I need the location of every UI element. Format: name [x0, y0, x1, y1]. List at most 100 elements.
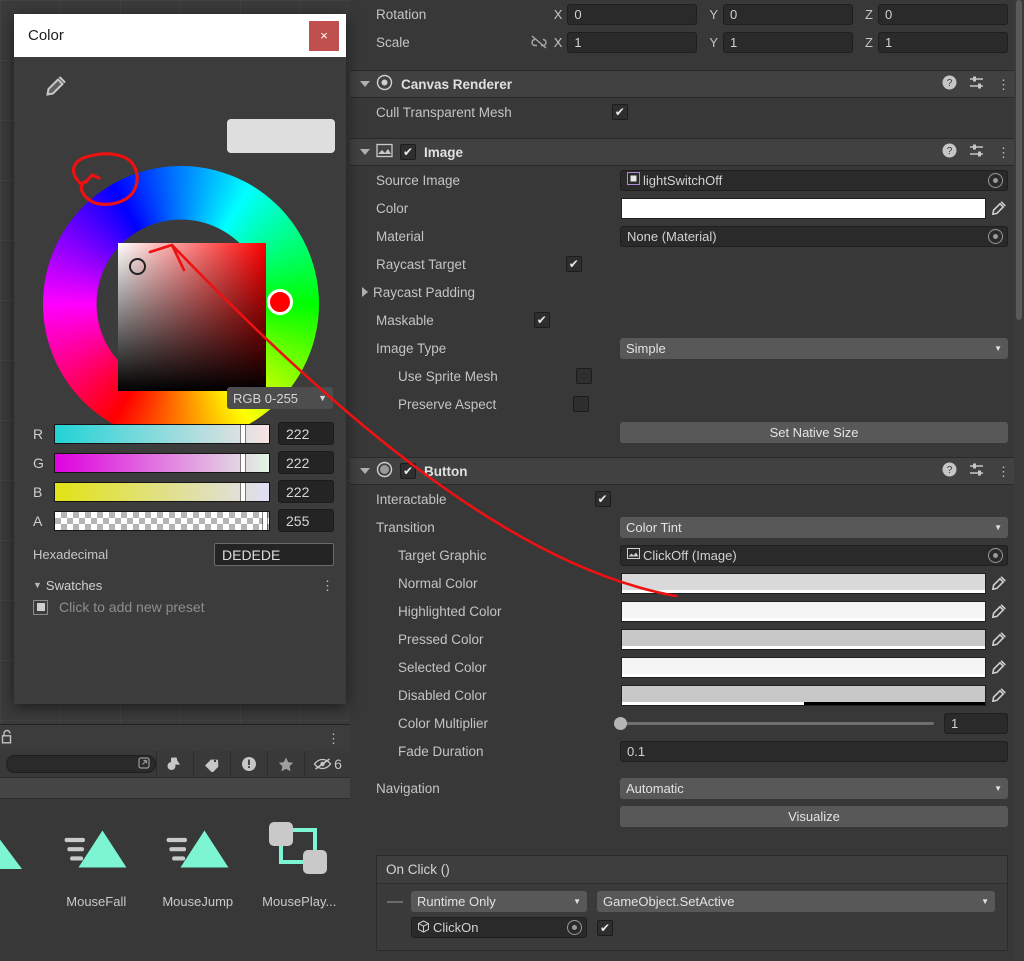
scale-x-field[interactable]: 1	[567, 31, 698, 53]
hue-handle[interactable]	[267, 289, 293, 315]
add-preset-swatch-icon[interactable]	[33, 599, 48, 615]
selected-color-preview[interactable]	[227, 119, 335, 153]
foldout-triangle-icon[interactable]: ▼	[33, 580, 42, 590]
list-item[interactable]: MouseJump	[147, 813, 249, 960]
hexadecimal-field[interactable]: DEDEDE	[214, 543, 334, 566]
help-icon[interactable]: ?	[942, 462, 957, 480]
help-icon[interactable]: ?	[942, 75, 957, 93]
eyedropper-icon[interactable]	[43, 73, 69, 99]
swatches-header[interactable]: ▼ Swatches ⋮	[14, 574, 346, 596]
set-native-size-button[interactable]: Set Native Size	[620, 421, 1008, 443]
transition-dropdown[interactable]: Color Tint ▼	[620, 516, 1008, 538]
scale-z-field[interactable]: 1	[878, 31, 1008, 53]
foldout-right-icon[interactable]	[362, 287, 368, 297]
color-multiplier-value[interactable]: 1	[944, 712, 1008, 734]
inspector-scrollbar[interactable]	[1014, 0, 1024, 961]
image-enabled-checkbox[interactable]	[400, 144, 416, 160]
kebab-menu-icon[interactable]: ⋮	[997, 146, 1010, 159]
rotation-z-field[interactable]: 0	[878, 3, 1008, 25]
search-expand-icon[interactable]	[138, 757, 152, 771]
material-field[interactable]: None (Material)	[620, 225, 1008, 247]
component-header-button[interactable]: Button ? ⋮	[350, 457, 1024, 485]
pressed-color-swatch[interactable]	[621, 628, 986, 650]
channel-slider-a[interactable]	[54, 510, 270, 531]
preset-icon[interactable]	[969, 462, 985, 480]
preset-icon[interactable]	[969, 75, 985, 93]
channel-slider-b[interactable]	[54, 481, 270, 502]
kebab-menu-icon[interactable]: ⋮	[327, 732, 340, 745]
channel-value-b[interactable]: 222	[278, 480, 334, 503]
channel-slider-g[interactable]	[54, 452, 270, 473]
object-picker-icon[interactable]	[988, 547, 1003, 563]
scale-y-field[interactable]: 1	[723, 31, 854, 53]
kebab-menu-icon[interactable]: ⋮	[321, 579, 334, 592]
raycast-padding-row[interactable]: Raycast Padding	[350, 278, 1024, 306]
asset-type-filter-icon[interactable]	[156, 751, 193, 777]
highlighted-color-swatch[interactable]	[621, 600, 986, 622]
navigation-dropdown[interactable]: Automatic ▼	[620, 777, 1008, 799]
normal-color-swatch[interactable]	[621, 572, 986, 594]
color-mode-dropdown[interactable]: RGB 0-255 ▼	[227, 387, 333, 409]
visualize-button[interactable]: Visualize	[620, 805, 1008, 827]
on-click-object-field[interactable]: ClickOn	[411, 917, 587, 938]
channel-slider-r[interactable]	[54, 423, 270, 444]
unlinked-icon[interactable]	[530, 34, 548, 50]
drag-handle-icon[interactable]	[387, 900, 403, 903]
eyedropper-icon[interactable]	[990, 630, 1008, 648]
project-panel: ⋮ 6 MouseFall MouseJump MousePlay...	[0, 724, 350, 961]
saturation-value-handle[interactable]	[129, 258, 146, 275]
image-color-swatch[interactable]	[621, 197, 986, 219]
channel-value-r[interactable]: 222	[278, 422, 334, 445]
selected-color-swatch[interactable]	[621, 656, 986, 678]
eyedropper-icon[interactable]	[990, 574, 1008, 592]
kebab-menu-icon[interactable]: ⋮	[997, 465, 1010, 478]
interactable-checkbox[interactable]	[594, 491, 611, 507]
list-item[interactable]: MouseFall	[46, 813, 148, 960]
preserve-aspect-checkbox[interactable]	[573, 396, 590, 412]
raycast-target-checkbox[interactable]	[565, 256, 582, 272]
list-item[interactable]: MousePlay...	[249, 813, 351, 960]
channel-value-g[interactable]: 222	[278, 451, 334, 474]
eyedropper-icon[interactable]	[990, 199, 1008, 217]
on-click-function-dropdown[interactable]: GameObject.SetActive ▼	[597, 891, 995, 912]
object-picker-icon[interactable]	[988, 228, 1003, 244]
color-multiplier-slider[interactable]	[614, 716, 934, 730]
maskable-checkbox[interactable]	[533, 312, 550, 328]
preset-icon[interactable]	[969, 143, 985, 161]
button-enabled-checkbox[interactable]	[400, 463, 416, 479]
warning-filter-icon[interactable]	[230, 751, 267, 777]
object-picker-icon[interactable]	[567, 920, 582, 935]
component-header-image[interactable]: Image ? ⋮	[350, 138, 1024, 166]
cull-transparent-mesh-checkbox[interactable]	[611, 104, 628, 120]
label-filter-icon[interactable]	[193, 751, 230, 777]
image-type-dropdown[interactable]: Simple ▼	[620, 337, 1008, 359]
hidden-filter-icon[interactable]: 6	[304, 751, 350, 777]
eyedropper-icon[interactable]	[990, 658, 1008, 676]
rotation-y-field[interactable]: 0	[723, 3, 854, 25]
lock-icon[interactable]	[0, 729, 14, 747]
help-icon[interactable]: ?	[942, 143, 957, 161]
list-item[interactable]	[0, 813, 46, 960]
slider-handle[interactable]	[614, 716, 627, 730]
eyedropper-icon[interactable]	[990, 686, 1008, 704]
source-image-field[interactable]: lightSwitchOff	[620, 169, 1008, 191]
disabled-color-swatch[interactable]	[621, 684, 986, 706]
foldout-triangle-icon[interactable]	[360, 468, 370, 474]
add-preset-row[interactable]: Click to add new preset	[14, 599, 346, 615]
foldout-triangle-icon[interactable]	[360, 149, 370, 155]
search-input[interactable]	[6, 755, 156, 773]
object-picker-icon[interactable]	[988, 172, 1003, 188]
eyedropper-icon[interactable]	[990, 602, 1008, 620]
use-sprite-mesh-checkbox[interactable]	[575, 368, 592, 384]
foldout-triangle-icon[interactable]	[360, 81, 370, 87]
on-click-mode-dropdown[interactable]: Runtime Only ▼	[411, 891, 587, 912]
close-icon[interactable]: ×	[309, 20, 339, 51]
rotation-x-field[interactable]: 0	[567, 3, 698, 25]
kebab-menu-icon[interactable]: ⋮	[997, 78, 1010, 91]
target-graphic-field[interactable]: ClickOff (Image)	[620, 544, 1008, 566]
fade-duration-field[interactable]: 0.1	[620, 740, 1008, 762]
component-header-canvas-renderer[interactable]: Canvas Renderer ? ⋮	[350, 70, 1024, 98]
channel-value-a[interactable]: 255	[278, 509, 334, 532]
on-click-arg-checkbox[interactable]	[597, 919, 613, 936]
favorite-filter-icon[interactable]	[267, 751, 304, 777]
